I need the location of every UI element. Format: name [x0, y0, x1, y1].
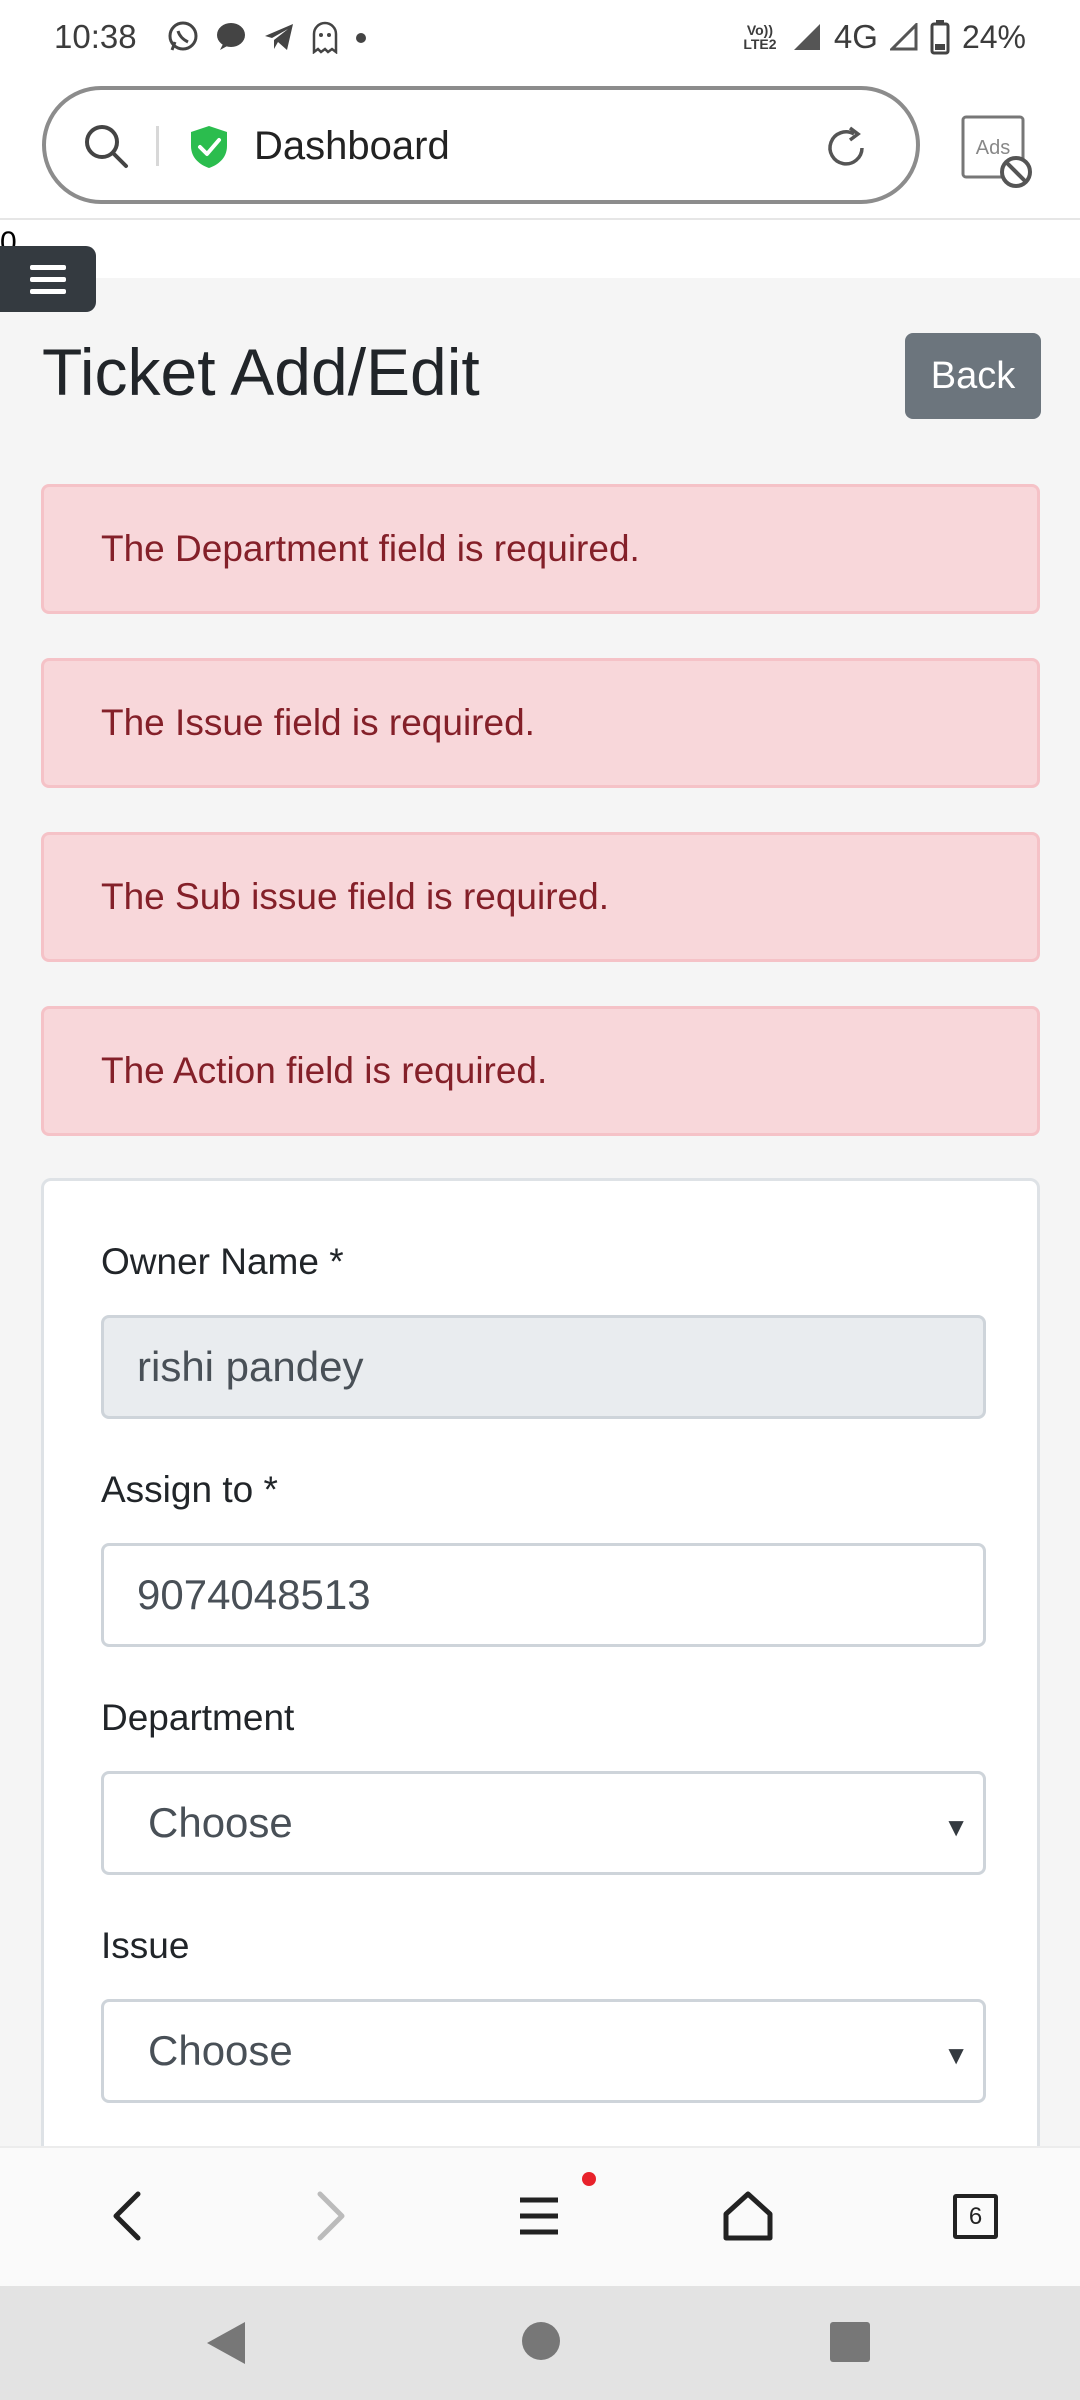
department-select[interactable]: Choose ▼	[101, 1771, 986, 1875]
reload-icon[interactable]	[822, 124, 870, 172]
status-bar: 10:38 Vo)) LTE2 4G 24%	[0, 0, 1080, 78]
browser-bottom-bar: 6	[0, 2146, 1080, 2286]
alert-issue: The Issue field is required.	[41, 658, 1040, 788]
department-label: Department	[101, 1697, 295, 1738]
nav-recents-icon[interactable]	[828, 2320, 872, 2364]
status-time: 10:38	[54, 18, 137, 55]
alert-department: The Department field is required.	[41, 484, 1040, 614]
volte-indicator: Vo)) LTE2	[740, 23, 780, 51]
notification-icons	[166, 20, 368, 54]
chevron-down-icon: ▼	[943, 1812, 969, 1842]
tabs-count-button[interactable]: 6	[953, 2194, 998, 2239]
whatsapp-icon	[168, 21, 198, 51]
address-bar[interactable]: Dashboard	[42, 86, 920, 204]
forward-arrow-icon[interactable]	[306, 2186, 356, 2246]
owner-name-field: rishi pandey	[101, 1315, 986, 1419]
back-button[interactable]: Back	[905, 333, 1041, 419]
menu-line	[30, 264, 66, 270]
battery-percent: 24%	[961, 18, 1026, 55]
address-divider	[156, 126, 159, 166]
notification-dot	[582, 2172, 596, 2186]
alert-action: The Action field is required.	[41, 1006, 1040, 1136]
page-url-title[interactable]: Dashboard	[254, 124, 450, 169]
back-arrow-icon[interactable]	[102, 2186, 152, 2246]
assign-to-field[interactable]: 9074048513	[101, 1543, 986, 1647]
network-type: 4G	[833, 18, 878, 55]
dot-icon	[356, 33, 366, 43]
home-icon[interactable]	[721, 2186, 775, 2246]
nav-back-icon[interactable]	[203, 2318, 249, 2368]
menu-line	[30, 276, 66, 282]
status-indicators: Vo)) LTE2 4G 24%	[740, 18, 1026, 56]
department-selected-value: Choose	[148, 1799, 293, 1846]
volte-bottom-text: LTE2	[743, 36, 777, 52]
hamburger-menu-button[interactable]	[0, 246, 96, 312]
assign-to-label: Assign to *	[101, 1469, 278, 1510]
ghost-icon	[312, 21, 338, 54]
ticket-form-card: Owner Name * rishi pandey Assign to * 90…	[41, 1178, 1040, 2146]
page-content: 0 Ticket Add/Edit Back The Department fi…	[0, 220, 1080, 2146]
secure-shield-icon[interactable]	[188, 124, 230, 170]
menu-icon[interactable]	[514, 2186, 564, 2246]
search-icon[interactable]	[82, 122, 130, 170]
top-strip	[0, 220, 1080, 278]
telegram-icon	[265, 24, 293, 50]
volte-top-text: Vo))	[746, 22, 774, 38]
page-title: Ticket Add/Edit	[42, 335, 480, 409]
chat-icon	[217, 23, 245, 50]
signal-icon	[793, 24, 820, 50]
ads-label: Ads	[976, 137, 1010, 159]
signal-secondary-icon	[889, 23, 918, 51]
issue-selected-value: Choose	[148, 2027, 293, 2074]
issue-label: Issue	[101, 1925, 190, 1966]
alert-sub-issue: The Sub issue field is required.	[41, 832, 1040, 962]
system-navigation-bar	[0, 2286, 1080, 2400]
battery-icon	[930, 20, 950, 55]
browser-toolbar: Dashboard Ads	[0, 78, 1080, 220]
owner-name-label: Owner Name *	[101, 1241, 344, 1282]
validation-alerts: The Department field is required. The Is…	[41, 484, 1040, 1180]
ad-block-icon[interactable]: Ads	[960, 114, 1036, 190]
nav-home-icon[interactable]	[520, 2320, 562, 2362]
chevron-down-icon: ▼	[943, 2040, 969, 2070]
issue-select[interactable]: Choose ▼	[101, 1999, 986, 2103]
menu-line	[30, 288, 66, 294]
